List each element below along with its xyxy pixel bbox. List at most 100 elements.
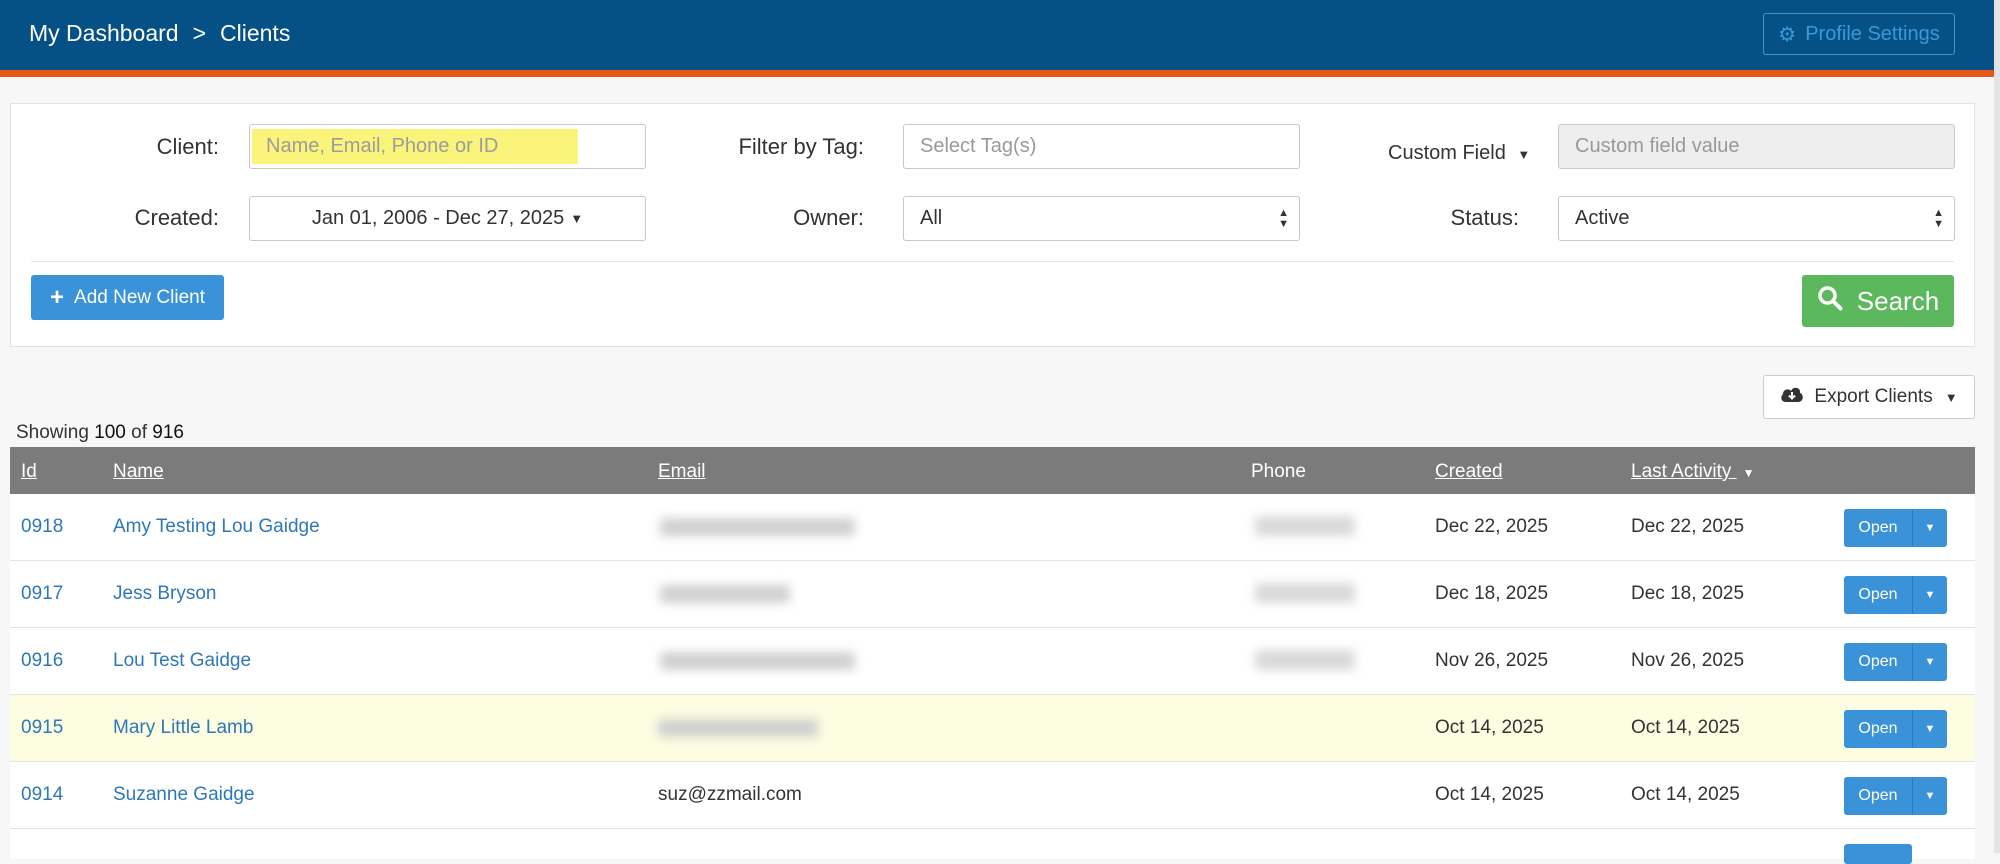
gear-icon: ⚙	[1778, 23, 1797, 46]
open-button-partial[interactable]	[1844, 844, 1912, 864]
created-date: Oct 14, 2025	[1435, 717, 1544, 738]
caret-down-icon: ▼	[1924, 522, 1936, 534]
column-header-id[interactable]: Id	[21, 461, 37, 483]
profile-settings-label: Profile Settings	[1805, 22, 1940, 45]
clients-table: Id Name Email Phone Created Last Activit…	[10, 447, 1975, 864]
open-dropdown-toggle[interactable]: ▼	[1912, 643, 1947, 681]
breadcrumb-dashboard[interactable]: My Dashboard	[29, 20, 179, 47]
add-new-client-button[interactable]: + Add New Client	[31, 275, 224, 320]
open-button[interactable]: Open	[1844, 643, 1912, 681]
table-row: 0916 Lou Test Gaidge Nov 26, 2025 Nov 26…	[10, 628, 1975, 695]
table-row: 0917 Jess Bryson Dec 18, 2025 Dec 18, 20…	[10, 561, 1975, 628]
column-header-name[interactable]: Name	[113, 461, 164, 483]
open-button-group: Open ▼	[1844, 643, 1947, 681]
open-dropdown-toggle[interactable]: ▼	[1912, 777, 1947, 815]
created-date: Dec 22, 2025	[1435, 516, 1549, 537]
email-redacted	[638, 695, 848, 761]
tag-select-placeholder: Select Tag(s)	[920, 135, 1037, 157]
client-label: Client:	[156, 134, 219, 159]
open-button-group: Open ▼	[1844, 777, 1947, 815]
open-button[interactable]: Open	[1844, 777, 1912, 815]
table-row: 0914 Suzanne Gaidge suz@zzmail.com Oct 1…	[10, 762, 1975, 829]
owner-select[interactable]: All ▲ ▼	[903, 196, 1300, 241]
last-activity-date: Oct 14, 2025	[1631, 784, 1740, 805]
client-search-input[interactable]: Name, Email, Phone or ID	[249, 124, 646, 169]
open-button-group: Open ▼	[1844, 710, 1947, 748]
showing-total: 916	[152, 422, 184, 443]
open-button[interactable]: Open	[1844, 509, 1912, 547]
last-activity-date: Nov 26, 2025	[1631, 650, 1745, 671]
export-clients-label: Export Clients	[1814, 386, 1933, 407]
phone-redacted	[1235, 628, 1380, 694]
client-id-link[interactable]: 0918	[21, 516, 63, 538]
created-date: Oct 14, 2025	[1435, 784, 1544, 805]
breadcrumb-separator: >	[192, 20, 207, 46]
caret-down-icon: ▼	[1517, 147, 1531, 162]
last-activity-date: Dec 22, 2025	[1631, 516, 1745, 537]
custom-field-value-input[interactable]: Custom field value	[1558, 124, 1955, 169]
showing-of: of	[131, 422, 148, 443]
column-header-created[interactable]: Created	[1435, 461, 1503, 483]
open-dropdown-toggle[interactable]: ▼	[1912, 509, 1947, 547]
caret-down-icon: ▼	[1944, 389, 1958, 405]
open-button-group: Open ▼	[1844, 576, 1947, 614]
open-button-group	[1844, 844, 1912, 864]
panel-divider	[31, 261, 1954, 262]
client-search-placeholder: Name, Email, Phone or ID	[252, 129, 579, 164]
client-id-link[interactable]: 0915	[21, 717, 63, 739]
client-name-link[interactable]: Lou Test Gaidge	[113, 650, 251, 672]
open-button-group: Open ▼	[1844, 509, 1947, 547]
custom-field-placeholder: Custom field value	[1575, 135, 1740, 157]
caret-down-icon: ▼	[570, 211, 584, 226]
export-clients-button[interactable]: Export Clients ▼	[1763, 375, 1975, 419]
client-name-link[interactable]: Amy Testing Lou Gaidge	[113, 516, 320, 538]
open-button[interactable]: Open	[1844, 576, 1912, 614]
filter-panel: Client: Name, Email, Phone or ID Filter …	[10, 103, 1975, 347]
client-name-link[interactable]: Jess Bryson	[113, 583, 216, 605]
owner-label: Owner:	[793, 205, 864, 230]
created-date-value: Jan 01, 2006 - Dec 27, 2025	[311, 207, 565, 229]
client-id-link[interactable]: 0916	[21, 650, 63, 672]
created-label: Created:	[134, 205, 219, 230]
select-arrows-icon: ▲ ▼	[1278, 207, 1289, 230]
add-new-client-label: Add New Client	[74, 286, 205, 308]
client-id-link[interactable]: 0914	[21, 784, 63, 806]
created-date: Dec 18, 2025	[1435, 583, 1549, 604]
caret-down-icon: ▼	[1924, 656, 1936, 668]
profile-settings-button[interactable]: ⚙ Profile Settings	[1763, 13, 1955, 55]
created-date-range[interactable]: Jan 01, 2006 - Dec 27, 2025 ▼	[249, 196, 646, 241]
phone-redacted	[1235, 561, 1380, 627]
breadcrumb-clients: Clients	[220, 20, 291, 46]
results-count: Showing 100 of 916	[16, 422, 184, 444]
tag-select-input[interactable]: Select Tag(s)	[903, 124, 1300, 169]
client-id-link[interactable]: 0917	[21, 583, 63, 605]
status-select[interactable]: Active ▲ ▼	[1558, 196, 1955, 241]
cloud-download-icon	[1780, 385, 1804, 409]
table-row	[10, 829, 1975, 864]
last-activity-date: Oct 14, 2025	[1631, 717, 1740, 738]
column-header-email[interactable]: Email	[658, 461, 706, 483]
created-date: Nov 26, 2025	[1435, 650, 1549, 671]
column-header-phone: Phone	[1251, 461, 1306, 482]
page-scrollbar[interactable]	[1994, 0, 2000, 853]
plus-icon: +	[50, 283, 65, 311]
client-name-link[interactable]: Mary Little Lamb	[113, 717, 253, 739]
client-email: suz@zzmail.com	[658, 784, 802, 805]
open-dropdown-toggle[interactable]: ▼	[1912, 576, 1947, 614]
filter-by-tag-label: Filter by Tag:	[738, 134, 864, 159]
search-label: Search	[1856, 285, 1940, 316]
email-redacted	[630, 628, 880, 694]
search-button[interactable]: Search	[1802, 275, 1954, 327]
open-button[interactable]: Open	[1844, 710, 1912, 748]
email-redacted	[630, 494, 880, 560]
client-name-link[interactable]: Suzanne Gaidge	[113, 784, 255, 806]
caret-down-icon: ▼	[1924, 790, 1936, 802]
select-arrows-icon: ▲ ▼	[1933, 207, 1944, 230]
owner-value: All	[920, 207, 943, 229]
table-header: Id Name Email Phone Created Last Activit…	[10, 447, 1975, 494]
column-header-last-activity[interactable]: Last Activity ▼	[1631, 461, 1755, 483]
open-dropdown-toggle[interactable]: ▼	[1912, 710, 1947, 748]
top-header-bar: My Dashboard > Clients ⚙ Profile Setting…	[0, 0, 1995, 77]
search-icon	[1817, 285, 1843, 318]
custom-field-dropdown[interactable]: Custom Field ▼	[1388, 142, 1558, 165]
